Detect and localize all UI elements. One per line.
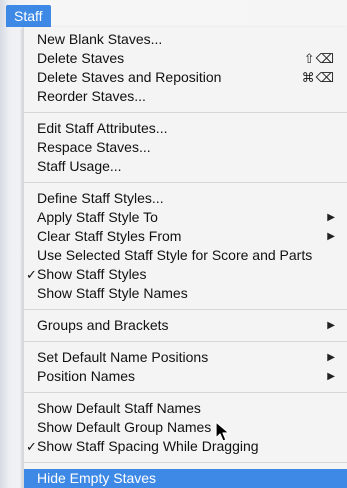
menu-item-edit-staff-attributes[interactable]: Edit Staff Attributes... bbox=[24, 119, 347, 138]
mouse-pointer-icon bbox=[215, 421, 230, 442]
menu-item-apply-staff-style-to[interactable]: Apply Staff Style To ▶ bbox=[24, 208, 347, 227]
menu-item-show-staff-spacing-while-dragging[interactable]: ✓ Show Staff Spacing While Dragging bbox=[24, 437, 347, 456]
menu-item-label: Position Names bbox=[37, 368, 136, 384]
menu-item-delete-staves-and-reposition[interactable]: Delete Staves and Reposition ⌘⌫ bbox=[24, 68, 347, 87]
submenu-arrow-icon: ▶ bbox=[327, 320, 335, 331]
menu-item-label: Groups and Brackets bbox=[37, 317, 169, 333]
menu-item-label: Delete Staves bbox=[37, 50, 125, 66]
menu-item-show-default-group-names[interactable]: Show Default Group Names bbox=[24, 418, 347, 437]
menu-item-show-default-staff-names[interactable]: Show Default Staff Names bbox=[24, 399, 347, 418]
staff-menu-title[interactable]: Staff bbox=[6, 5, 51, 27]
menu-item-clear-staff-styles-from[interactable]: Clear Staff Styles From ▶ bbox=[24, 227, 347, 246]
menu-item-label: Show Default Staff Names bbox=[37, 400, 201, 416]
submenu-arrow-icon: ▶ bbox=[327, 212, 335, 223]
menu-item-label: Clear Staff Styles From bbox=[37, 228, 182, 244]
menu-item-show-staff-styles[interactable]: ✓ Show Staff Styles bbox=[24, 265, 347, 284]
submenu-arrow-icon: ▶ bbox=[327, 371, 335, 382]
menu-item-label: Define Staff Styles... bbox=[37, 190, 164, 206]
menu-item-hide-empty-staves[interactable]: Hide Empty Staves bbox=[24, 469, 347, 488]
menu-item-set-default-name-positions[interactable]: Set Default Name Positions ▶ bbox=[24, 348, 347, 367]
menu-separator bbox=[24, 462, 347, 463]
menu-separator bbox=[24, 182, 347, 183]
menu-item-label: Hide Empty Staves bbox=[37, 470, 157, 486]
menu-item-staff-usage[interactable]: Staff Usage... bbox=[24, 157, 347, 176]
menu-item-label: Respace Staves... bbox=[37, 139, 151, 155]
menu-item-label: Delete Staves and Reposition bbox=[37, 69, 222, 85]
menu-item-label: Set Default Name Positions bbox=[37, 349, 209, 365]
menu-item-new-blank-staves[interactable]: New Blank Staves... bbox=[24, 30, 347, 49]
menu-item-label: Show Default Group Names bbox=[37, 419, 212, 435]
menu-item-label: Show Staff Styles bbox=[37, 266, 147, 282]
menu-item-delete-staves[interactable]: Delete Staves ⇧⌫ bbox=[24, 49, 347, 68]
menu-item-position-names[interactable]: Position Names ▶ bbox=[24, 367, 347, 386]
menu-item-label: Staff Usage... bbox=[37, 158, 122, 174]
menu-item-respace-staves[interactable]: Respace Staves... bbox=[24, 138, 347, 157]
menu-item-label: Apply Staff Style To bbox=[37, 209, 158, 225]
menu-separator bbox=[24, 392, 347, 393]
menu-separator bbox=[24, 309, 347, 310]
submenu-arrow-icon: ▶ bbox=[327, 352, 335, 363]
menu-item-label: Reorder Staves... bbox=[37, 88, 146, 104]
menu-item-label: Show Staff Style Names bbox=[37, 285, 188, 301]
menu-item-groups-and-brackets[interactable]: Groups and Brackets ▶ bbox=[24, 316, 347, 335]
submenu-arrow-icon: ▶ bbox=[327, 231, 335, 242]
menu-item-label: Edit Staff Attributes... bbox=[37, 120, 168, 136]
menu-item-use-selected-staff-style-for-score-and-parts[interactable]: Use Selected Staff Style for Score and P… bbox=[24, 246, 347, 265]
menu-item-show-staff-style-names[interactable]: Show Staff Style Names bbox=[24, 284, 347, 303]
menu-separator bbox=[24, 112, 347, 113]
keyboard-shortcut: ⌘⌫ bbox=[301, 70, 335, 85]
menu-item-reorder-staves[interactable]: Reorder Staves... bbox=[24, 87, 347, 106]
menu-item-define-staff-styles[interactable]: Define Staff Styles... bbox=[24, 189, 347, 208]
screen: Staff New Blank Staves... Delete Staves ⇧⌫… bbox=[0, 0, 347, 488]
menu-item-label: New Blank Staves... bbox=[37, 31, 163, 47]
staff-menu: New Blank Staves... Delete Staves ⇧⌫ Delete… bbox=[23, 27, 347, 488]
menu-separator bbox=[24, 341, 347, 342]
keyboard-shortcut: ⇧⌫ bbox=[303, 51, 335, 66]
menu-item-label: Use Selected Staff Style for Score and P… bbox=[37, 247, 313, 263]
